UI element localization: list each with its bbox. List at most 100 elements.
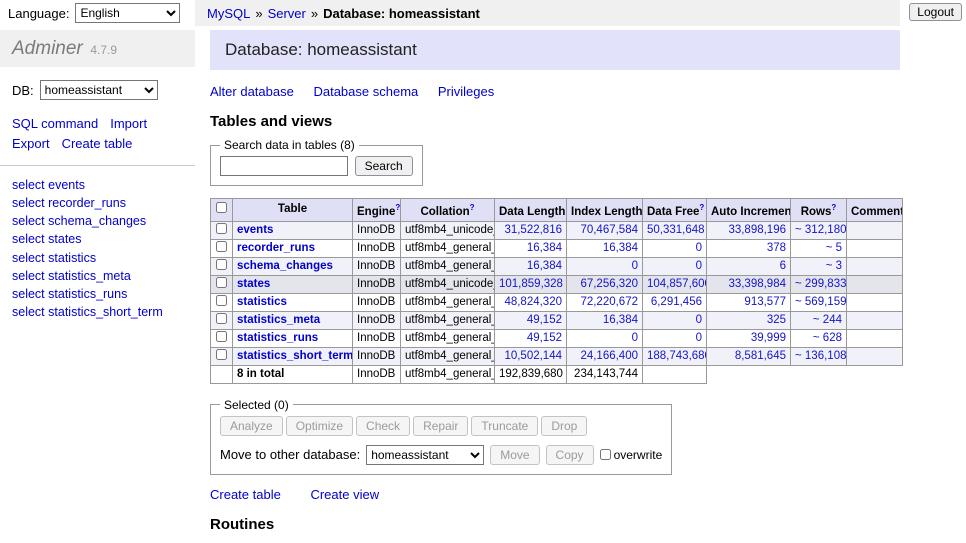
table-name-link-statistics_runs[interactable]: statistics_runs bbox=[237, 332, 318, 344]
top-bar: Language: English MySQL » Server » Datab… bbox=[0, 0, 966, 26]
sidebar-select-link[interactable]: select bbox=[12, 214, 45, 228]
sidebar-select-link[interactable]: select bbox=[12, 287, 45, 301]
privileges-link[interactable]: Privileges bbox=[438, 84, 494, 99]
collation-cell: utf8mb4_unicode_ci bbox=[401, 275, 495, 293]
rows-count-link[interactable]: ~ 136,108 bbox=[795, 350, 846, 362]
sidebar-select-link[interactable]: select bbox=[12, 269, 45, 283]
create-table-link[interactable]: Create table bbox=[210, 487, 281, 502]
truncate-button[interactable]: Truncate bbox=[471, 416, 538, 436]
rows-cell: ~ 299,833 bbox=[791, 275, 847, 293]
data-free-cell: 104,857,600 bbox=[643, 275, 707, 293]
row-checkbox[interactable] bbox=[216, 241, 227, 252]
language-area: Language: English bbox=[0, 3, 195, 23]
row-checkbox[interactable] bbox=[216, 349, 227, 360]
rows-count-link[interactable]: ~ 5 bbox=[826, 242, 842, 254]
rows-count-link[interactable]: ~ 628 bbox=[813, 332, 842, 344]
data-free-cell: 6,291,456 bbox=[643, 293, 707, 311]
row-checkbox[interactable] bbox=[216, 295, 227, 306]
search-input[interactable] bbox=[220, 156, 348, 176]
comment-cell bbox=[847, 239, 903, 257]
help-link[interactable]: ? bbox=[470, 203, 475, 212]
table-name-link-statistics_meta[interactable]: statistics_meta bbox=[237, 314, 320, 326]
alter-database-link[interactable]: Alter database bbox=[210, 84, 294, 99]
table-name-link-events[interactable]: events bbox=[237, 224, 273, 236]
help-link[interactable]: ? bbox=[831, 203, 836, 212]
rows-count-link[interactable]: ~ 3 bbox=[826, 260, 842, 272]
sidebar-table-item: select recorder_runs bbox=[12, 194, 183, 212]
tables-views-heading: Tables and views bbox=[210, 113, 966, 130]
auto-increment-cell: 378 bbox=[707, 239, 791, 257]
sidebar-table-link-schema_changes[interactable]: schema_changes bbox=[48, 214, 146, 228]
row-checkbox[interactable] bbox=[216, 313, 227, 324]
sql-command-link[interactable]: SQL command bbox=[12, 116, 98, 131]
row-check-cell bbox=[211, 257, 233, 275]
language-select[interactable]: English bbox=[75, 3, 180, 23]
table-name-link-statistics[interactable]: statistics bbox=[237, 296, 287, 308]
search-button[interactable]: Search bbox=[355, 156, 413, 176]
overwrite-checkbox[interactable] bbox=[600, 449, 611, 460]
sidebar-table-link-statistics_short_term[interactable]: statistics_short_term bbox=[48, 305, 163, 319]
create-table-sidebar-link[interactable]: Create table bbox=[62, 136, 133, 151]
sidebar-table-link-statistics[interactable]: statistics bbox=[48, 251, 96, 265]
row-checkbox[interactable] bbox=[216, 223, 227, 234]
copy-button[interactable]: Copy bbox=[546, 445, 594, 465]
main-content: Database: homeassistant Alter database D… bbox=[195, 26, 966, 543]
logout-button[interactable]: Logout bbox=[909, 3, 962, 21]
breadcrumb-link-server[interactable]: Server bbox=[268, 6, 306, 21]
move-button[interactable]: Move bbox=[490, 445, 539, 465]
table-row: statesInnoDButf8mb4_unicode_ci101,859,32… bbox=[211, 275, 903, 293]
rows-count-link[interactable]: ~ 569,159 bbox=[795, 296, 846, 308]
table-name-link-recorder_runs[interactable]: recorder_runs bbox=[237, 242, 315, 254]
adminer-logo[interactable]: Adminer bbox=[12, 38, 83, 59]
data-free-cell: 0 bbox=[643, 239, 707, 257]
import-link[interactable]: Import bbox=[110, 116, 147, 131]
auto-increment-cell: 913,577 bbox=[707, 293, 791, 311]
sidebar-actions: SQL command Import Export Create table bbox=[0, 104, 195, 166]
sidebar-select-link[interactable]: select bbox=[12, 196, 45, 210]
adminer-version: 4.7.9 bbox=[90, 43, 117, 57]
total-index-length-cell: 234,143,744 bbox=[567, 365, 643, 383]
table-name-link-states[interactable]: states bbox=[237, 278, 270, 290]
check-button[interactable]: Check bbox=[356, 416, 410, 436]
total-empty-cell bbox=[211, 365, 233, 383]
sidebar-table-item: select statistics_meta bbox=[12, 267, 183, 285]
rows-count-link[interactable]: ~ 299,833 bbox=[795, 278, 846, 290]
sidebar-table-link-recorder_runs[interactable]: recorder_runs bbox=[48, 196, 126, 210]
sidebar-select-link[interactable]: select bbox=[12, 232, 45, 246]
sidebar-table-link-statistics_runs[interactable]: statistics_runs bbox=[48, 287, 127, 301]
sidebar-select-link[interactable]: select bbox=[12, 251, 45, 265]
analyze-button[interactable]: Analyze bbox=[220, 416, 283, 436]
drop-button[interactable]: Drop bbox=[541, 416, 587, 436]
table-name-link-statistics_short_term[interactable]: statistics_short_term bbox=[237, 350, 353, 362]
sidebar-select-link[interactable]: select bbox=[12, 305, 45, 319]
optimize-button[interactable]: Optimize bbox=[286, 416, 353, 436]
rows-count-link[interactable]: ~ 244 bbox=[813, 314, 842, 326]
rows-count-link[interactable]: ~ 312,180 bbox=[795, 224, 846, 236]
breadcrumb-link-mysql[interactable]: MySQL bbox=[207, 6, 250, 21]
help-link[interactable]: ? bbox=[395, 203, 400, 212]
export-link[interactable]: Export bbox=[12, 136, 50, 151]
sidebar-table-link-statistics_meta[interactable]: statistics_meta bbox=[48, 269, 131, 283]
select-all-checkbox[interactable] bbox=[216, 202, 227, 213]
sidebar-table-link-events[interactable]: events bbox=[48, 178, 85, 192]
help-link[interactable]: ? bbox=[699, 203, 704, 212]
row-checkbox[interactable] bbox=[216, 259, 227, 270]
row-checkbox[interactable] bbox=[216, 277, 227, 288]
data-length-cell: 10,502,144 bbox=[495, 347, 567, 365]
index-length-cell: 16,384 bbox=[567, 311, 643, 329]
move-db-select[interactable]: homeassistant bbox=[366, 445, 484, 465]
db-label: DB: bbox=[12, 83, 34, 98]
table-name-link-schema_changes[interactable]: schema_changes bbox=[237, 260, 333, 272]
column-header-auto-increment: Auto Increment? bbox=[707, 199, 791, 222]
db-select[interactable]: homeassistant bbox=[40, 80, 158, 100]
sidebar-select-link[interactable]: select bbox=[12, 178, 45, 192]
index-length-cell: 0 bbox=[567, 257, 643, 275]
repair-button[interactable]: Repair bbox=[413, 416, 468, 436]
row-checkbox[interactable] bbox=[216, 331, 227, 342]
sidebar-table-item: select statistics_short_term bbox=[12, 303, 183, 321]
rows-cell: ~ 136,108 bbox=[791, 347, 847, 365]
sidebar-table-link-states[interactable]: states bbox=[48, 232, 81, 246]
database-schema-link[interactable]: Database schema bbox=[313, 84, 418, 99]
column-header-collation: Collation? bbox=[401, 199, 495, 222]
create-view-link[interactable]: Create view bbox=[310, 487, 379, 502]
